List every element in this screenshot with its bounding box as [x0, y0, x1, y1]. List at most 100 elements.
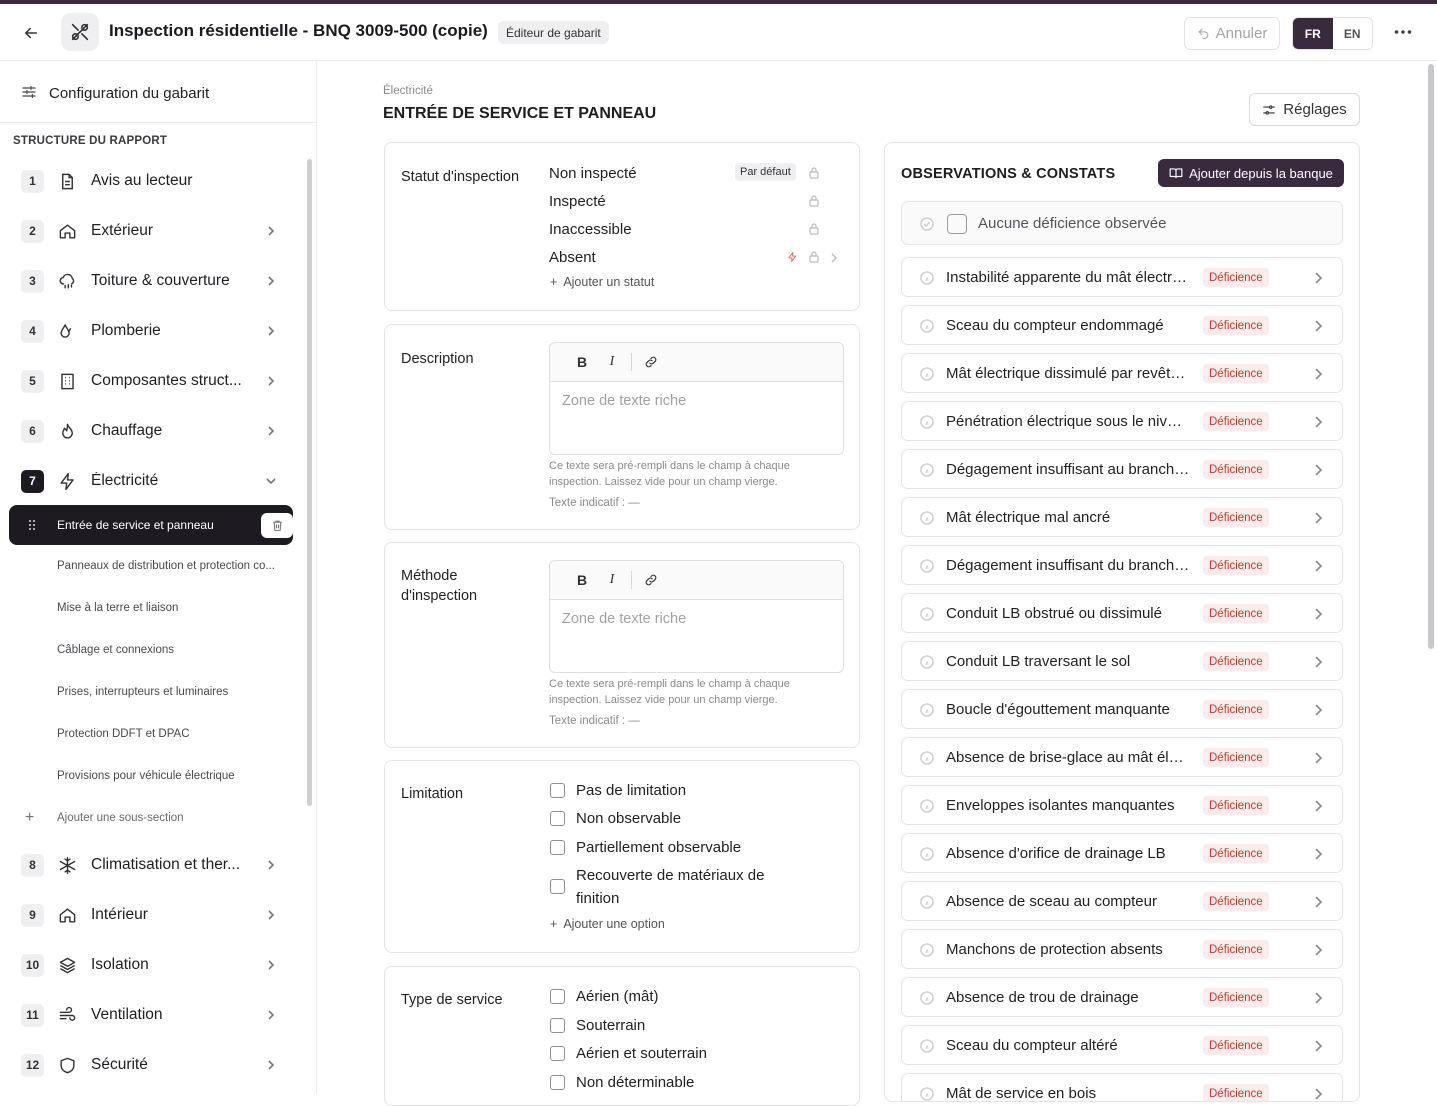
subsection-item-active[interactable]: Entrée de service et panneau: [9, 505, 293, 545]
observation-row[interactable]: Absence de trou de drainage Déficience: [901, 977, 1343, 1017]
subsection-item[interactable]: Protection DDFT et DPAC: [57, 728, 282, 740]
sidebar-section-1[interactable]: 1 Avis au lecteur: [21, 168, 281, 194]
lang-en-button[interactable]: EN: [1333, 18, 1373, 49]
no-deficiency-checkbox[interactable]: [947, 214, 967, 234]
indicative-text: Texte indicatif : —: [549, 497, 640, 509]
sidebar-section-4[interactable]: 4 Plomberie: [21, 318, 281, 344]
observation-row[interactable]: Sceau du compteur altéré Déficience: [901, 1025, 1343, 1065]
add-option-button[interactable]: + Ajouter une option: [550, 917, 665, 931]
checkbox[interactable]: [550, 879, 565, 894]
link-button[interactable]: [636, 573, 666, 587]
checkbox[interactable]: [550, 840, 565, 855]
observation-row[interactable]: Conduit LB obstrué ou dissimulé Déficienc…: [901, 593, 1343, 633]
checkbox[interactable]: [550, 1018, 565, 1033]
status-option[interactable]: Inaccessible: [549, 219, 829, 239]
checkbox[interactable]: [550, 811, 565, 826]
add-from-bank-button[interactable]: Ajouter depuis la banque: [1158, 159, 1344, 187]
subsection-item[interactable]: Prises, interrupteurs et luminaires: [57, 686, 282, 698]
back-button[interactable]: [20, 22, 42, 44]
sidebar-scrollbar[interactable]: [307, 159, 312, 806]
checkbox[interactable]: [550, 1046, 565, 1061]
info-circle-icon: [919, 1038, 935, 1059]
service-type-checkbox[interactable]: Aérien et souterrain: [550, 1042, 707, 1065]
sidebar-section-5[interactable]: 5 Composantes struct...: [21, 368, 281, 394]
sidebar-section-3[interactable]: 3 Toiture & couverture: [21, 268, 281, 294]
lang-fr-button[interactable]: FR: [1293, 18, 1333, 49]
link-icon: [645, 574, 657, 586]
limitation-checkbox[interactable]: Non observable: [550, 807, 681, 830]
sidebar-section-10[interactable]: 10 Isolation: [21, 952, 281, 978]
sidebar-section-12[interactable]: 12 Sécurité: [21, 1052, 281, 1078]
subsection-item[interactable]: Provisions pour véhicule électrique: [57, 770, 282, 782]
undo-button[interactable]: Annuler: [1184, 17, 1280, 50]
no-deficiency-row[interactable]: Aucune déficience observée: [901, 201, 1343, 245]
sidebar-section-6[interactable]: 6 Chauffage: [21, 418, 281, 444]
status-option[interactable]: Absent: [549, 247, 837, 267]
template-config-button[interactable]: Configuration du gabarit: [0, 61, 316, 123]
observation-row[interactable]: Absence de sceau au compteur Déficience: [901, 881, 1343, 921]
observation-row[interactable]: Mât électrique mal ancré Déficience: [901, 497, 1343, 537]
observation-row[interactable]: Dégagement insuffisant au branchement Déf…: [901, 449, 1343, 489]
limitation-checkbox[interactable]: Recouverte de matériaux de finition: [550, 864, 790, 910]
bold-button[interactable]: B: [567, 354, 597, 370]
checkbox[interactable]: [550, 1075, 565, 1090]
limitation-checkbox[interactable]: Partiellement observable: [550, 836, 741, 859]
observation-row[interactable]: Mât électrique dissimulé par revêtement D…: [901, 353, 1343, 393]
observation-row[interactable]: Mât de service en bois Déficience: [901, 1073, 1343, 1101]
editor-placeholder: Zone de texte riche: [562, 393, 687, 409]
chevron-right-icon: [1314, 751, 1323, 769]
deficiency-badge: Déficience: [1203, 844, 1269, 863]
observation-row[interactable]: Manchons de protection absents Déficience: [901, 929, 1343, 969]
observation-row[interactable]: Pénétration électrique sous le niveau Déf…: [901, 401, 1343, 441]
observations-panel: OBSERVATIONS & CONSTATS Ajouter depuis l…: [884, 142, 1360, 1102]
italic-button[interactable]: I: [597, 572, 627, 588]
link-button[interactable]: [636, 355, 666, 369]
method-editor[interactable]: B I Zone de texte riche: [549, 560, 844, 673]
grip-icon[interactable]: [28, 518, 36, 536]
subsection-item[interactable]: Panneaux de distribution et protection c…: [57, 560, 282, 572]
observation-row[interactable]: Sceau du compteur endommagé Déficience: [901, 305, 1343, 345]
sidebar-section-7[interactable]: 7 Électricité: [21, 468, 281, 494]
observation-row[interactable]: Instabilité apparente du mât électrique D…: [901, 257, 1343, 297]
status-option[interactable]: Inspecté: [549, 191, 829, 211]
delete-subsection-button[interactable]: [261, 513, 293, 538]
observation-label: Mât électrique dissimulé par revêtement: [946, 365, 1190, 382]
status-option-label: Inaccessible: [549, 220, 632, 238]
observation-row[interactable]: Boucle d'égouttement manquante Déficience: [901, 689, 1343, 729]
bold-button[interactable]: B: [567, 572, 597, 588]
section-title: ENTRÉE DE SERVICE ET PANNEAU: [383, 105, 657, 122]
sidebar-section-11[interactable]: 11 Ventilation: [21, 1002, 281, 1028]
more-menu-button[interactable]: [1393, 26, 1413, 38]
observation-row[interactable]: Absence d'orifice de drainage LB Déficien…: [901, 833, 1343, 873]
chevron-down-icon: [265, 475, 277, 487]
subsection-item[interactable]: Câblage et connexions: [57, 644, 282, 656]
sidebar-section-2[interactable]: 2 Extérieur: [21, 218, 281, 244]
observation-row[interactable]: Enveloppes isolantes manquantes Déficienc…: [901, 785, 1343, 825]
info-circle-icon: [919, 558, 935, 579]
sidebar-section-9[interactable]: 9 Intérieur: [21, 902, 281, 928]
add-subsection-button[interactable]: + Ajouter une sous-section: [25, 809, 184, 827]
subsection-item[interactable]: Mise à la terre et liaison: [57, 602, 282, 614]
service-type-checkbox[interactable]: Non déterminable: [550, 1071, 694, 1094]
deficiency-badge: Déficience: [1203, 508, 1269, 527]
page-scrollbar[interactable]: [1428, 64, 1434, 649]
status-option[interactable]: Non inspecté Par défaut: [549, 163, 829, 183]
sidebar-section-8[interactable]: 8 Climatisation et ther...: [21, 852, 281, 878]
service-type-checkbox[interactable]: Souterrain: [550, 1014, 645, 1037]
section-label: Isolation: [91, 956, 149, 973]
chevron-right-icon[interactable]: [830, 250, 838, 267]
observation-row[interactable]: Conduit LB traversant le sol Déficience: [901, 641, 1343, 681]
cloud-rain-icon: [57, 271, 77, 291]
observation-row[interactable]: Dégagement insuffisant du branchement Déf…: [901, 545, 1343, 585]
checkbox[interactable]: [550, 989, 565, 1004]
settings-button[interactable]: Réglages: [1249, 93, 1360, 126]
observation-row[interactable]: Absence de brise-glace au mât électrique…: [901, 737, 1343, 777]
chevron-right-icon: [265, 859, 277, 871]
chevron-right-icon: [1314, 1039, 1323, 1057]
italic-button[interactable]: I: [597, 354, 627, 370]
description-editor[interactable]: B I Zone de texte riche: [549, 342, 844, 455]
checkbox[interactable]: [550, 783, 565, 798]
service-type-checkbox[interactable]: Aérien (mât): [550, 985, 659, 1008]
limitation-checkbox[interactable]: Pas de limitation: [550, 779, 686, 802]
add-status-button[interactable]: + Ajouter un statut: [550, 275, 654, 289]
